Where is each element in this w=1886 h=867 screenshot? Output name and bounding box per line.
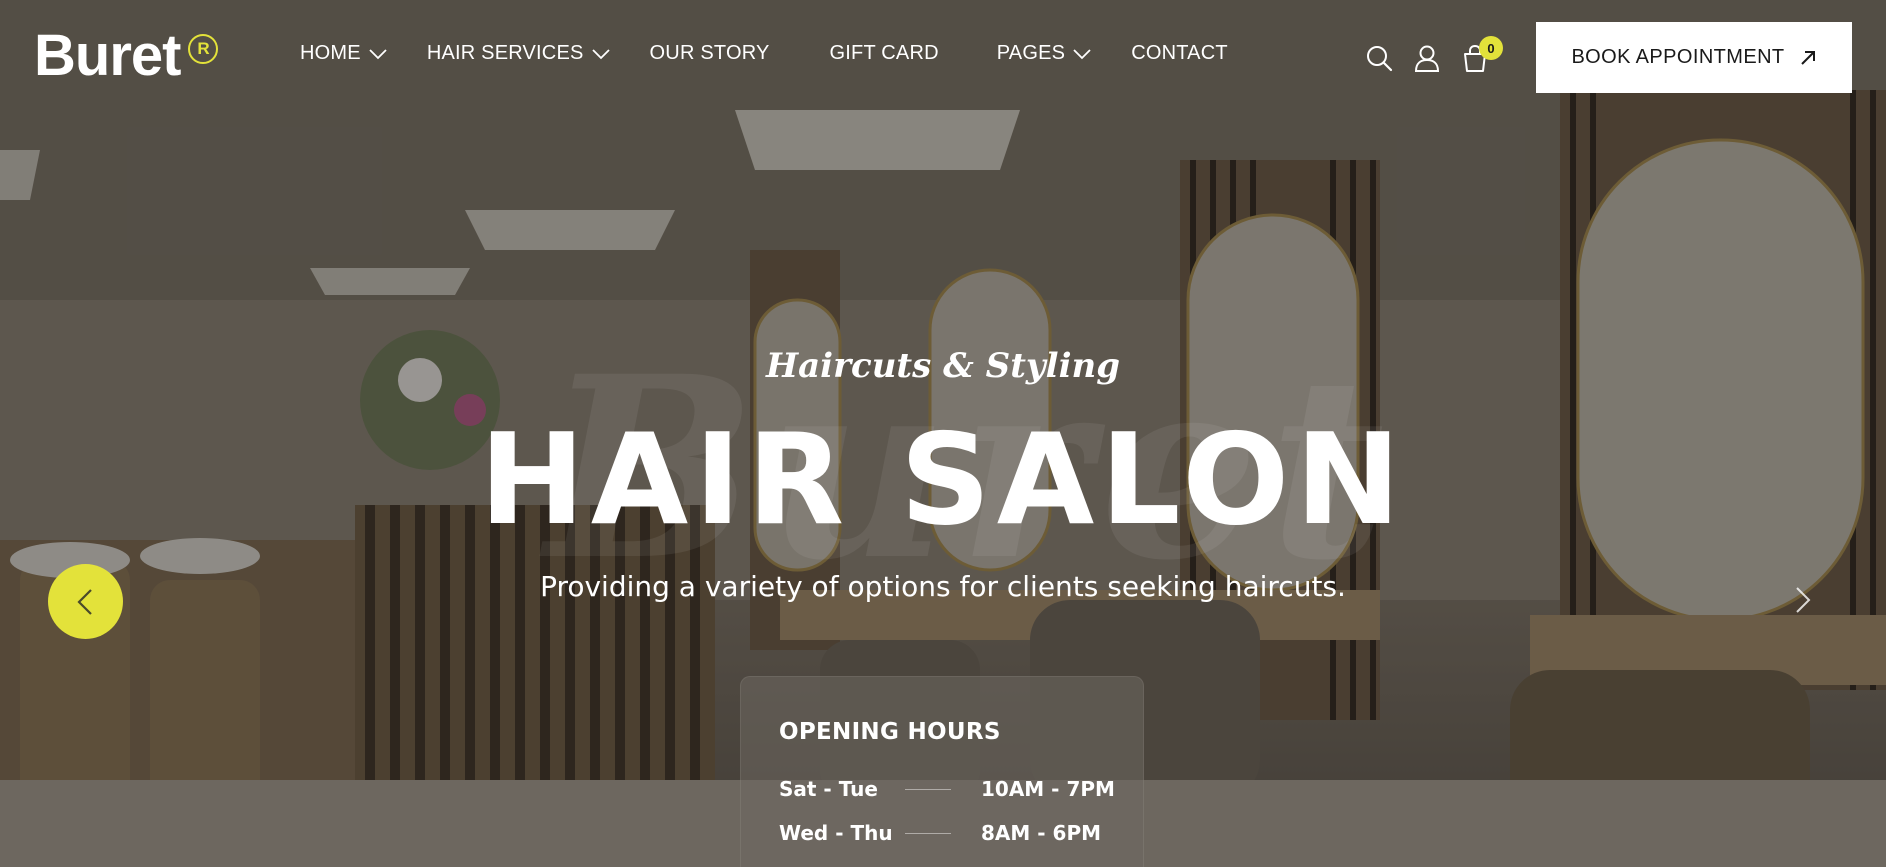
- chevron-left-icon: [76, 588, 92, 615]
- brand-logo[interactable]: Buret R: [34, 23, 219, 88]
- nav-item-our-story[interactable]: OUR STORY: [650, 42, 770, 65]
- hero-headline: HAIR SALON: [479, 406, 1407, 553]
- nav-item-label: HAIR SERVICES: [426, 42, 584, 64]
- opening-hours-card: OPENING HOURS Sat - Tue 10AM - 7PM Wed -…: [740, 676, 1144, 867]
- registered-mark-icon: R: [188, 34, 219, 64]
- hours-day: Sat - Tue: [779, 777, 878, 801]
- cart-icon[interactable]: 0: [1461, 36, 1503, 72]
- user-icon[interactable]: [1413, 44, 1441, 72]
- divider: [905, 788, 951, 790]
- cart-count-badge: 0: [1479, 36, 1503, 60]
- nav-item-pages[interactable]: PAGES: [997, 42, 1091, 65]
- chevron-down-icon: [591, 48, 610, 59]
- slider-next-button[interactable]: [1778, 576, 1826, 624]
- search-icon[interactable]: [1365, 44, 1393, 72]
- nav-item-label: GIFT CARD: [829, 42, 939, 64]
- chevron-right-icon: [1796, 587, 1811, 613]
- slider-prev-button[interactable]: [48, 564, 123, 639]
- nav-item-label: PAGES: [996, 42, 1066, 64]
- chevron-down-icon: [369, 48, 387, 59]
- brand-name: Buret: [34, 23, 181, 88]
- book-appointment-button[interactable]: BOOK APPOINTMENT: [1536, 22, 1852, 93]
- nav-item-home[interactable]: HOME: [300, 42, 387, 65]
- hours-time: 10AM - 7PM: [981, 777, 1115, 801]
- nav-item-label: HOME: [300, 42, 361, 64]
- header-actions: 0: [1365, 36, 1509, 72]
- nav-item-label: CONTACT: [1131, 42, 1228, 64]
- divider: [905, 832, 951, 834]
- nav-item-gift-card[interactable]: GIFT CARD: [830, 42, 939, 65]
- chevron-down-icon: [1073, 48, 1091, 59]
- opening-hours-title: OPENING HOURS: [779, 719, 1001, 745]
- hours-row: Sat - Tue 10AM - 7PM: [779, 767, 1143, 811]
- nav-item-contact[interactable]: CONTACT: [1131, 42, 1228, 65]
- arrow-up-right-icon: [1800, 50, 1815, 65]
- hours-row: Wed - Thu 8AM - 6PM: [779, 811, 1143, 855]
- book-appointment-label: BOOK APPOINTMENT: [1571, 46, 1785, 68]
- nav-item-hair-services[interactable]: HAIR SERVICES: [427, 42, 610, 65]
- main-nav: HOME HAIR SERVICES OUR STORY GIFT CARD P…: [300, 42, 1268, 65]
- hero-tagline: Providing a variety of options for clien…: [540, 570, 1346, 603]
- hours-day: Wed - Thu: [779, 821, 893, 845]
- hours-time: 8AM - 6PM: [981, 821, 1101, 845]
- hero-subtitle: Haircuts & Styling: [766, 346, 1120, 386]
- site-header: Buret R HOME HAIR SERVICES OUR STORY GIF…: [0, 0, 1886, 114]
- nav-item-label: OUR STORY: [649, 42, 770, 64]
